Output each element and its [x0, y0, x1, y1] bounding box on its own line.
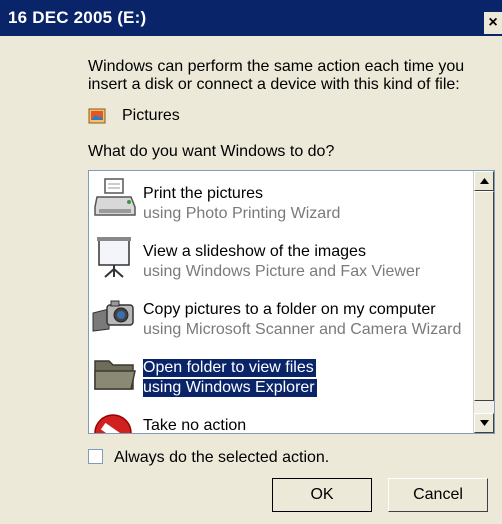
pictures-icon — [88, 108, 106, 124]
action-item-open-folder[interactable]: Open folder to view files using Windows … — [89, 345, 473, 403]
action-item-slideshow[interactable]: View a slideshow of the images using Win… — [89, 229, 473, 287]
scroll-thumb[interactable] — [474, 191, 494, 401]
action-title: Take no action — [143, 417, 247, 434]
action-title: Copy pictures to a folder on my computer — [143, 301, 436, 318]
scroll-up-button[interactable] — [474, 171, 494, 191]
title-bar[interactable]: 16 DEC 2005 (E:) × — [0, 0, 502, 36]
action-item-print[interactable]: Print the pictures using Photo Printing … — [89, 171, 473, 229]
projector-screen-icon — [97, 237, 131, 278]
scroll-down-button[interactable] — [474, 413, 494, 433]
action-subtitle: using Windows Picture and Fax Viewer — [143, 263, 421, 280]
action-item-copy[interactable]: Copy pictures to a folder on my computer… — [89, 287, 473, 345]
cancel-button[interactable]: Cancel — [388, 478, 488, 512]
always-checkbox[interactable] — [88, 449, 103, 464]
arrow-up-icon — [480, 178, 489, 184]
always-checkbox-label[interactable]: Always do the selected action. — [114, 449, 329, 467]
printer-icon — [94, 178, 136, 216]
close-button[interactable]: × — [484, 12, 502, 34]
file-type-label: Pictures — [122, 107, 180, 124]
action-title: View a slideshow of the images — [143, 243, 366, 260]
autoplay-dialog: 16 DEC 2005 (E:) × Windows can perform t… — [0, 0, 502, 524]
action-subtitle: using Windows Explorer — [143, 379, 317, 397]
no-action-icon — [94, 414, 132, 433]
list-scrollbar[interactable] — [473, 171, 494, 433]
folder-icon — [94, 360, 136, 390]
camera-icon — [92, 300, 134, 332]
action-list[interactable]: Print the pictures using Photo Printing … — [88, 170, 495, 434]
intro-text: Windows can perform the same action each… — [88, 58, 465, 93]
question-label: What do you want Windows to do? — [88, 143, 335, 160]
action-subtitle: using Microsoft Scanner and Camera Wizar… — [143, 321, 462, 338]
action-title: Print the pictures — [143, 185, 264, 202]
arrow-down-icon — [480, 420, 489, 426]
action-subtitle: using Photo Printing Wizard — [143, 205, 341, 222]
ok-button[interactable]: OK — [272, 478, 372, 512]
window-title: 16 DEC 2005 (E:) — [8, 8, 147, 27]
action-item-take-no-action[interactable]: Take no action — [89, 403, 473, 434]
action-title: Open folder to view files — [143, 359, 316, 377]
